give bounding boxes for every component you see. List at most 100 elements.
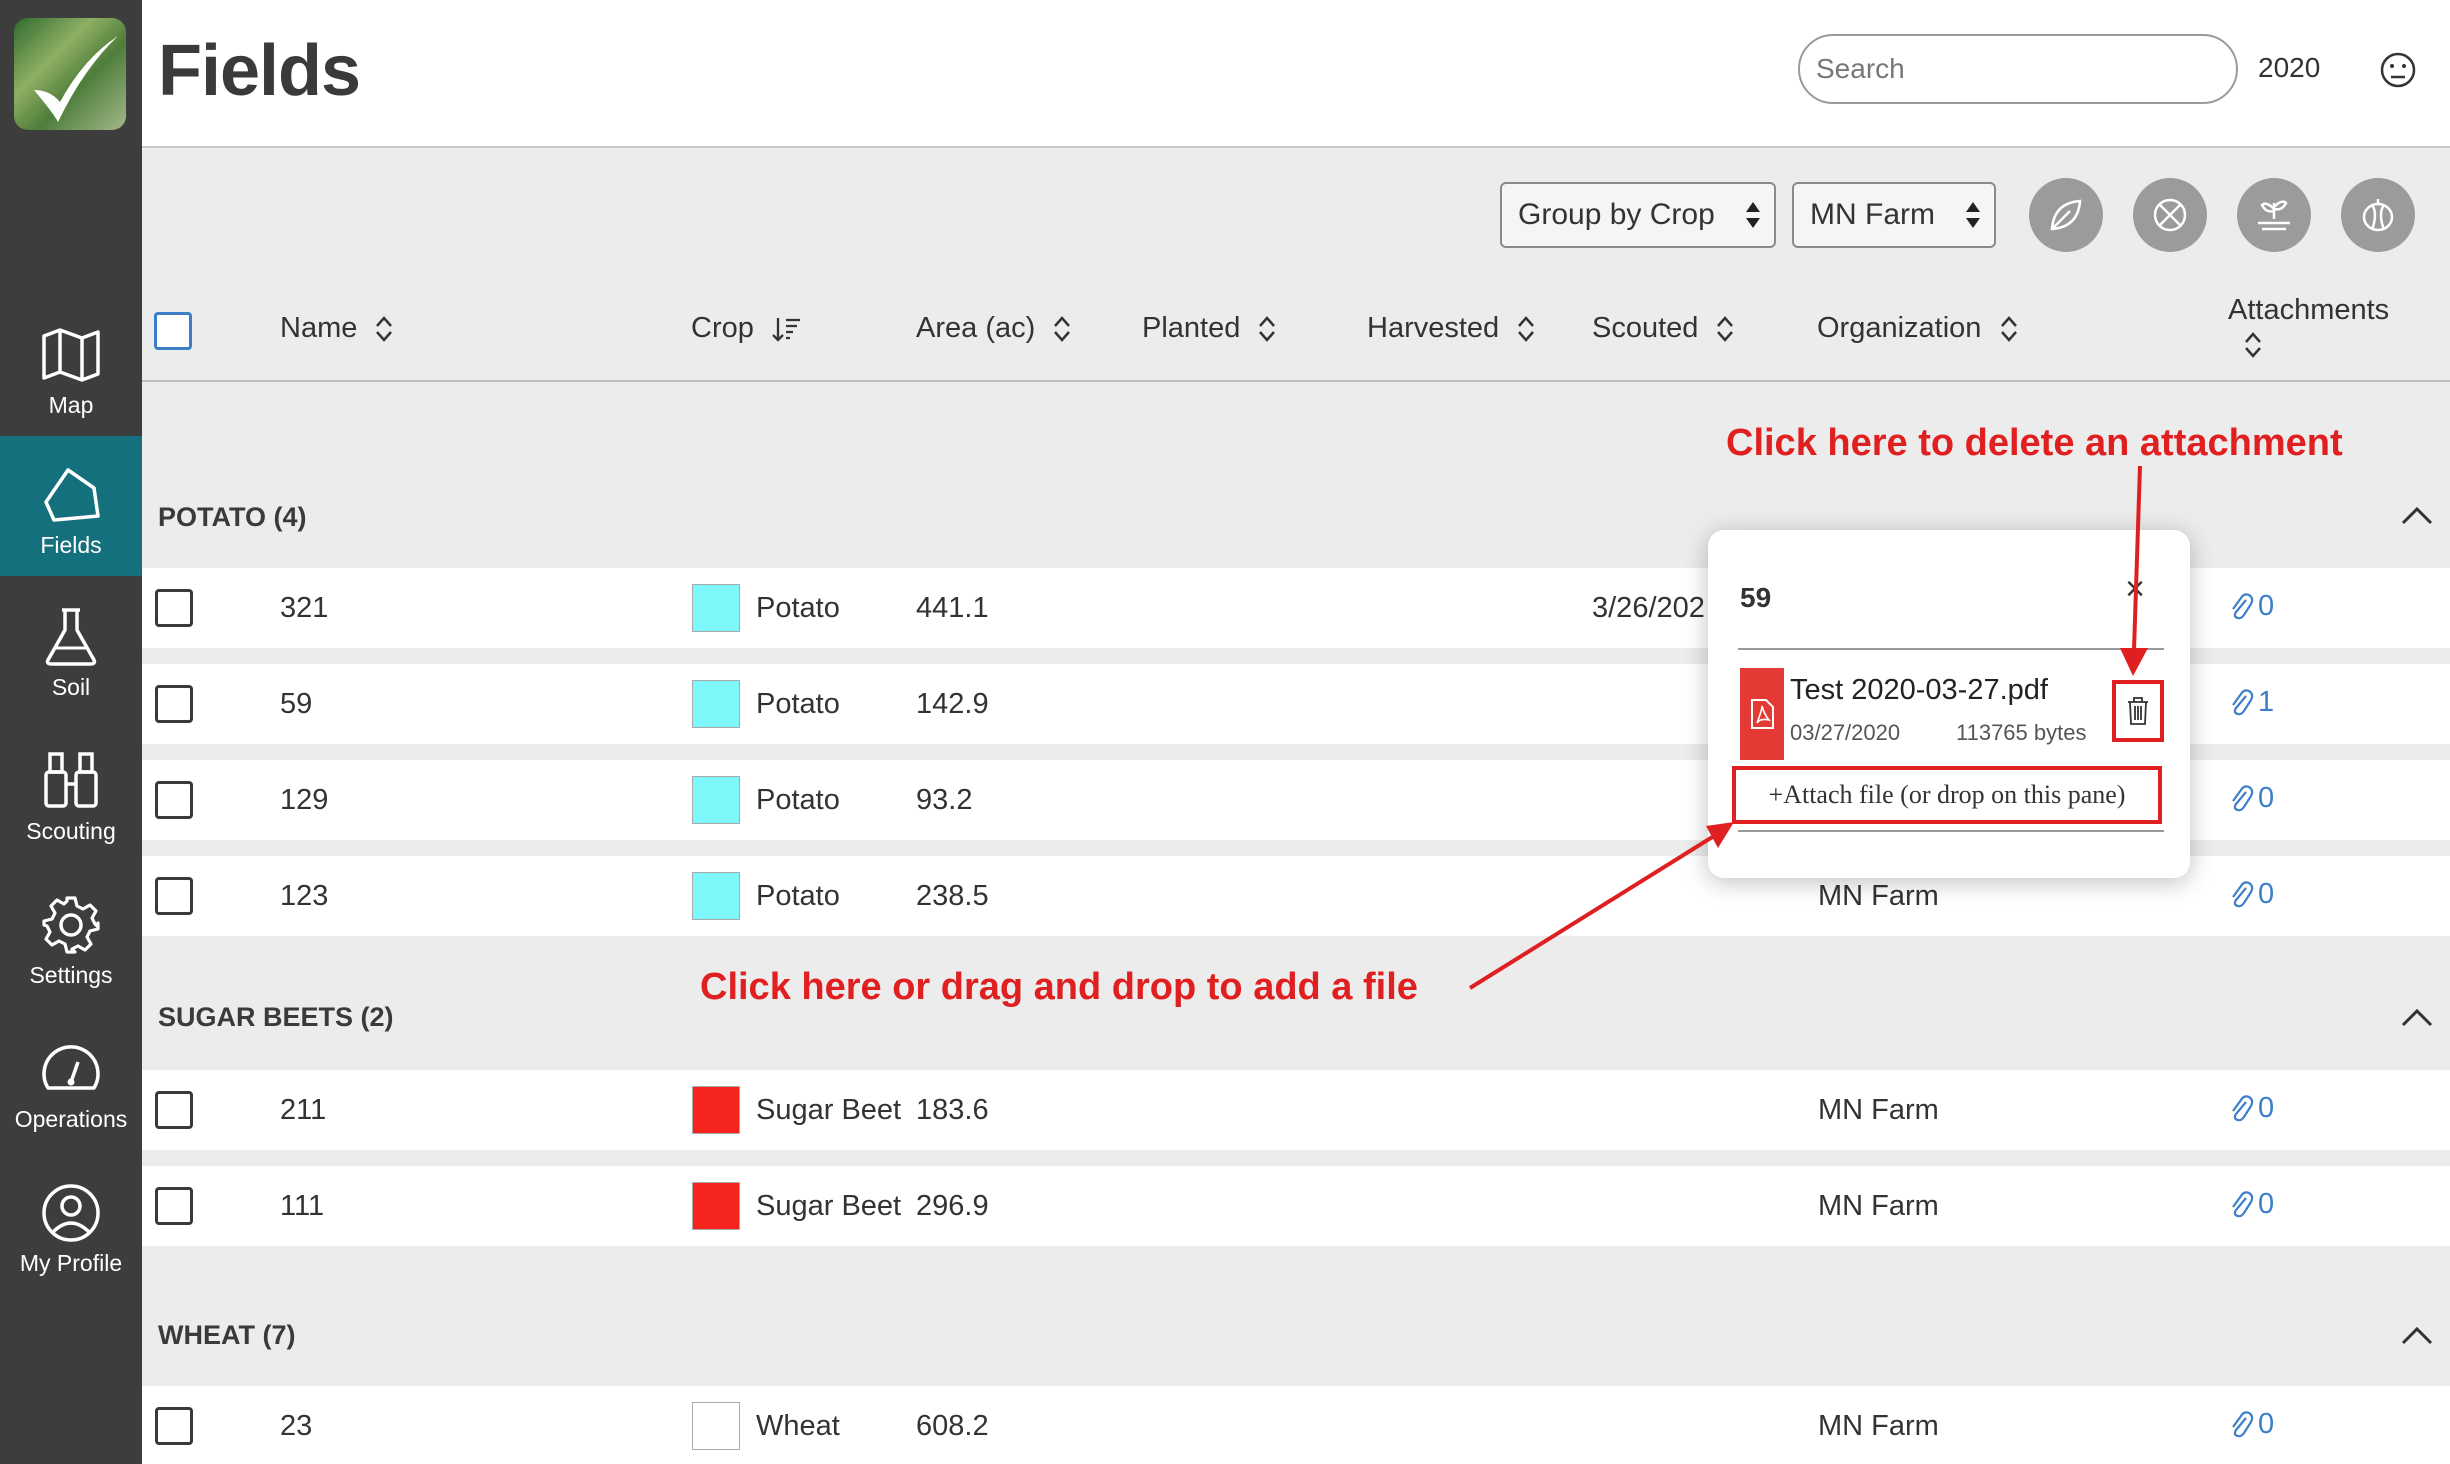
row-checkbox[interactable] [155, 685, 193, 723]
no-spray-button[interactable] [2133, 178, 2207, 252]
field-area: 238.5 [916, 880, 989, 912]
attach-file-button[interactable]: +Attach file (or drop on this pane) [1732, 766, 2162, 824]
table-row[interactable]: 23 Wheat 608.2 MN Farm 0 [142, 1386, 2450, 1464]
field-organization: MN Farm [1818, 880, 1939, 912]
chevron-up-icon[interactable] [2400, 504, 2434, 526]
crop-name: Sugar Beet [756, 1094, 902, 1126]
paperclip-icon [2232, 881, 2254, 908]
attachments-link[interactable]: 0 [2228, 1408, 2274, 1441]
crop-color-swatch [692, 584, 740, 632]
row-checkbox[interactable] [155, 877, 193, 915]
paperclip-icon [2232, 1095, 2254, 1122]
gear-icon [42, 896, 100, 954]
field-name: 129 [280, 784, 329, 816]
column-header-organization[interactable]: Organization [1817, 312, 2018, 345]
close-icon[interactable]: × [2118, 572, 2152, 606]
column-header-area[interactable]: Area (ac) [916, 312, 1071, 345]
attachments-link[interactable]: 0 [2228, 1092, 2274, 1125]
sidebar-item-operations[interactable]: Operations [0, 1010, 142, 1150]
leaf-button[interactable] [2029, 178, 2103, 252]
group-by-select[interactable]: Group by Crop [1500, 182, 1776, 248]
sidebar-item-settings[interactable]: Settings [0, 866, 142, 1006]
field-name: 23 [280, 1410, 313, 1442]
sidebar-item-soil[interactable]: Soil [0, 578, 142, 718]
sidebar-item-label: My Profile [19, 1250, 123, 1276]
sort-icon [1717, 316, 1734, 343]
annotation-delete-hint: Click here to delete an attachment [1726, 422, 2343, 464]
farm-select[interactable]: MN Farm [1792, 182, 1996, 248]
field-organization: MN Farm [1818, 1190, 1939, 1222]
row-checkbox[interactable] [155, 1407, 193, 1445]
attachments-link[interactable]: 1 [2228, 686, 2274, 719]
page-title: Fields [158, 31, 361, 111]
paperclip-icon [2232, 593, 2254, 620]
year-selector[interactable]: 2020 [2258, 52, 2320, 84]
crop-name: Potato [756, 880, 840, 912]
sort-icon [2000, 316, 2017, 343]
sidebar-item-map[interactable]: Map [0, 296, 142, 436]
table-row[interactable]: 211 Sugar Beet 183.6 MN Farm 0 [142, 1070, 2450, 1150]
column-header-attachments[interactable]: Attachments [2228, 294, 2389, 327]
column-header-crop[interactable]: Crop [691, 312, 802, 345]
column-header-scouted[interactable]: Scouted [1592, 312, 1734, 345]
attachments-link[interactable]: 0 [2228, 878, 2274, 911]
trash-icon [2128, 697, 2148, 725]
row-checkbox[interactable] [155, 1091, 193, 1129]
row-checkbox[interactable] [155, 781, 193, 819]
delete-attachment-button[interactable] [2112, 680, 2164, 742]
gauge-icon [42, 1045, 100, 1090]
table-row[interactable]: 111 Sugar Beet 296.9 MN Farm 0 [142, 1166, 2450, 1246]
popover-title: 59 [1740, 582, 1772, 613]
sidebar-item-scouting[interactable]: Scouting [0, 722, 142, 862]
column-header-harvested[interactable]: Harvested [1367, 312, 1535, 345]
column-header-planted[interactable]: Planted [1142, 312, 1276, 345]
attachments-link[interactable]: 0 [2228, 590, 2274, 623]
crop-color-swatch [692, 1182, 740, 1230]
attachment-file-size: 113765 bytes [1956, 720, 2087, 745]
field-area: 142.9 [916, 688, 989, 720]
sidebar-item-label: Settings [29, 962, 113, 988]
column-header-name[interactable]: Name [280, 312, 393, 345]
attachments-link[interactable]: 0 [2228, 1188, 2274, 1221]
field-area: 296.9 [916, 1190, 989, 1222]
select-all-checkbox[interactable] [154, 312, 192, 350]
field-area: 183.6 [916, 1094, 989, 1126]
sidebar-item-fields[interactable]: Fields [0, 436, 142, 576]
chevron-up-icon[interactable] [2400, 1324, 2434, 1346]
fields-icon [44, 468, 100, 522]
sidebar-item-label: Scouting [26, 818, 116, 844]
group-title-potato: POTATO (4) [158, 502, 307, 532]
planting-icon [2258, 200, 2290, 231]
search-input[interactable] [1798, 34, 2238, 104]
crop-name: Potato [756, 592, 840, 624]
crop-color-swatch [692, 776, 740, 824]
sort-icon [1259, 316, 1276, 343]
row-checkbox[interactable] [155, 1187, 193, 1225]
sidebar-item-label: Operations [14, 1106, 128, 1132]
sort-icon[interactable] [2244, 332, 2262, 358]
paperclip-icon [2232, 785, 2254, 812]
attachment-file-name[interactable]: Test 2020-03-27.pdf [1790, 674, 2048, 707]
smiley-icon[interactable] [2378, 50, 2418, 90]
binoculars-icon [44, 752, 98, 808]
farm-value: MN Farm [1810, 198, 1935, 231]
group-title-sugar-beets: SUGAR BEETS (2) [158, 1002, 394, 1032]
field-area: 441.1 [916, 592, 989, 624]
app-logo[interactable] [14, 18, 126, 130]
field-area: 608.2 [916, 1410, 989, 1442]
paperclip-icon [2232, 1191, 2254, 1218]
sidebar-item-my-profile[interactable]: My Profile [0, 1154, 142, 1294]
attachments-link[interactable]: 0 [2228, 782, 2274, 815]
crop-name: Wheat [756, 1410, 840, 1442]
harvest-button[interactable] [2341, 178, 2415, 252]
sidebar-item-label: Fields [40, 532, 102, 558]
header-divider [142, 380, 2450, 382]
field-name: 321 [280, 592, 329, 624]
attachments-popover[interactable]: 59 × Test 2020-03-27.pdf 03/27/2020 1137… [1708, 530, 2190, 878]
sort-descending-icon [772, 318, 800, 342]
planting-button[interactable] [2237, 178, 2311, 252]
row-checkbox[interactable] [155, 589, 193, 627]
crop-color-swatch [692, 872, 740, 920]
paperclip-icon [2232, 1411, 2254, 1438]
chevron-up-icon[interactable] [2400, 1006, 2434, 1028]
